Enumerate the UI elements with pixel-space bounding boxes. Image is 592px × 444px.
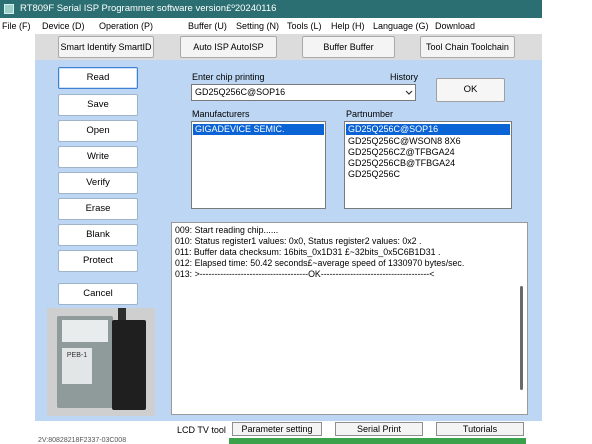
- manufacturers-label: Manufacturers: [192, 109, 250, 119]
- auto-isp-button[interactable]: Auto ISP AutoISP: [180, 36, 277, 58]
- verify-button[interactable]: Verify: [58, 172, 138, 194]
- partnumber-list[interactable]: GD25Q256C@SOP16 GD25Q256C@WSON8 8X6 GD25…: [344, 121, 512, 209]
- write-button[interactable]: Write: [58, 146, 138, 168]
- window-title: RT809F Serial ISP Programmer software ve…: [20, 3, 277, 14]
- log-line: 009: Start reading chip......: [175, 225, 279, 235]
- lcd-tv-tool-link[interactable]: LCD TV tool: [177, 425, 226, 435]
- save-button[interactable]: Save: [58, 94, 138, 116]
- serial-print-button[interactable]: Serial Print: [335, 422, 423, 436]
- list-item[interactable]: GD25Q256C@WSON8 8X6: [346, 136, 461, 147]
- menu-language[interactable]: Language (G): [373, 21, 429, 31]
- open-button[interactable]: Open: [58, 120, 138, 142]
- menu-tools[interactable]: Tools (L): [287, 21, 322, 31]
- peb-label-text: PEB-1: [66, 352, 88, 359]
- smart-identify-button[interactable]: Smart Identify SmartID: [58, 36, 154, 58]
- read-button[interactable]: Read: [58, 67, 138, 89]
- menu-file[interactable]: File (F): [2, 21, 31, 31]
- app-icon: [4, 4, 14, 14]
- menu-download[interactable]: Download: [435, 21, 475, 31]
- tool-chain-button[interactable]: Tool Chain Toolchain: [420, 36, 515, 58]
- cancel-button[interactable]: Cancel: [58, 283, 138, 305]
- list-item[interactable]: GD25Q256C: [346, 169, 400, 180]
- log-line: 013: >----------------------------------…: [175, 269, 435, 279]
- menu-operation[interactable]: Operation (P): [99, 21, 153, 31]
- list-item[interactable]: GD25Q256C@SOP16: [346, 124, 510, 135]
- chip-printing-input[interactable]: GD25Q256C@SOP16: [191, 84, 416, 101]
- progress-bar: [229, 438, 526, 444]
- buffer-button[interactable]: Buffer Buffer: [302, 36, 395, 58]
- list-item[interactable]: GD25Q256CB@TFBGA24: [346, 158, 455, 169]
- log-line: 010: Status register1 values: 0x0, Statu…: [175, 236, 422, 246]
- tutorials-button[interactable]: Tutorials: [436, 422, 524, 436]
- menu-setting[interactable]: Setting (N): [236, 21, 279, 31]
- zif-socket: [112, 320, 146, 410]
- history-label: History: [390, 72, 419, 82]
- menu-bar: File (F) Device (D) Operation (P) Buffer…: [0, 18, 542, 34]
- erase-button[interactable]: Erase: [58, 198, 138, 220]
- log-output[interactable]: 009: Start reading chip...... 010: Statu…: [171, 222, 528, 415]
- blank-button[interactable]: Blank: [58, 224, 138, 246]
- menu-buffer[interactable]: Buffer (U): [188, 21, 227, 31]
- chevron-down-icon[interactable]: [403, 85, 415, 100]
- log-scrollbar[interactable]: [520, 286, 523, 390]
- list-item[interactable]: GD25Q256CZ@TFBGA24: [346, 147, 455, 158]
- menu-device[interactable]: Device (D): [42, 21, 85, 31]
- partnumber-label: Partnumber: [346, 109, 394, 119]
- window-outside: [542, 0, 592, 444]
- manufacturers-list[interactable]: GIGADEVICE SEMIC.: [191, 121, 326, 209]
- menu-help[interactable]: Help (H): [331, 21, 365, 31]
- parameter-setting-button[interactable]: Parameter setting: [232, 422, 322, 436]
- programmer-peb-label: PEB-1: [62, 348, 92, 384]
- log-line: 012: Elapsed time: 50.42 seconds£~averag…: [175, 258, 465, 268]
- status-text: 2V:80828218F2337-03C008: [38, 437, 127, 444]
- ok-button[interactable]: OK: [436, 78, 505, 102]
- list-item[interactable]: GIGADEVICE SEMIC.: [193, 124, 324, 135]
- log-line: 011: Buffer data checksum: 16bits_0x1D31…: [175, 247, 441, 257]
- protect-button[interactable]: Protect: [58, 250, 138, 272]
- programmer-top-label: [62, 320, 108, 342]
- chip-printing-label: Enter chip printing: [192, 72, 265, 82]
